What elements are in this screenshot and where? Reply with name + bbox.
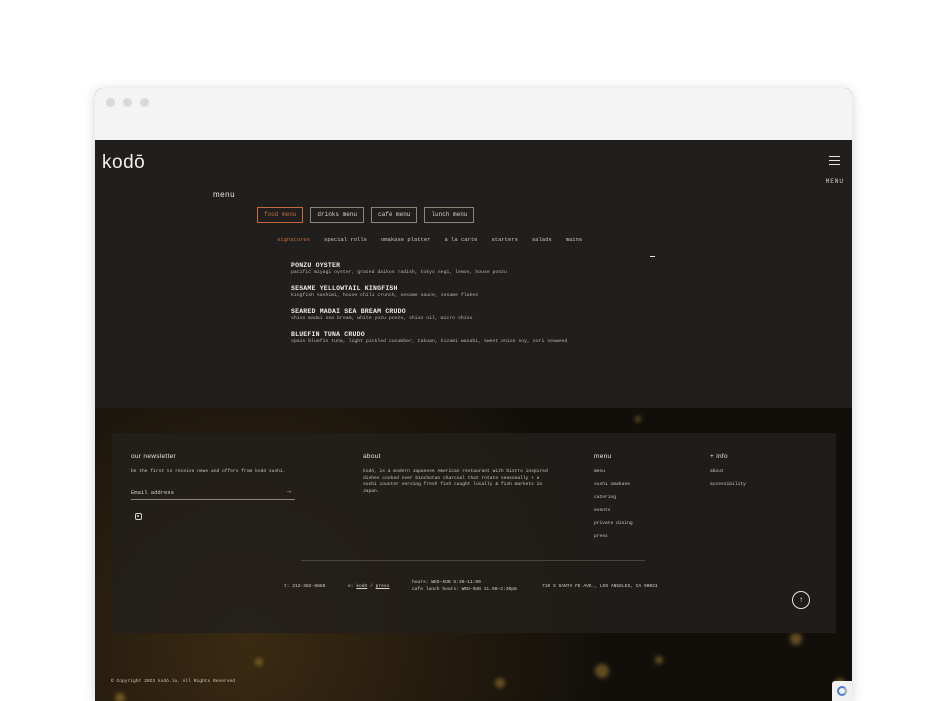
newsletter-column: our newsletter be the first to receive n…	[131, 453, 301, 520]
category-omakase-platter[interactable]: omakase platter	[381, 236, 431, 243]
about-text: kodō, is a modern Japanese American rest…	[363, 469, 548, 494]
menu-item-name: SEARED MADAI SEA BREAM CRUDO	[291, 308, 406, 315]
window-dot-icon	[140, 98, 149, 107]
menu-links-title: menu	[594, 453, 612, 460]
site-logo[interactable]: kodō	[102, 152, 145, 174]
contact-email: e: kodō / press	[348, 583, 389, 590]
contact-address: 710 S SANTA FE AVE., LOS ANGELES, CA 900…	[542, 584, 658, 589]
scroll-to-top-icon[interactable]: ↑	[792, 591, 810, 609]
bokeh-light	[115, 693, 125, 701]
hours-text: hours: WED–SUN 5:30–11:00	[412, 580, 481, 585]
info-links-column: + info about accessibility	[710, 453, 790, 495]
footer-link-about[interactable]: about	[710, 469, 790, 474]
menu-item: BLUEFIN TUNA CRUDO spain bluefin tuna, l…	[291, 331, 631, 344]
category-starters[interactable]: starters	[491, 236, 517, 243]
contact-phone[interactable]: t: 213-382-8888	[284, 583, 325, 590]
site-page: kodō MENU menu food menu drinks menu caf…	[95, 140, 852, 701]
bokeh-light	[635, 416, 641, 422]
about-column: about kodō, is a modern Japanese America…	[363, 453, 553, 495]
footer-link-private-dining[interactable]: private dining	[594, 521, 674, 526]
menu-items: PONZU OYSTER pacific miyagi oyster, grat…	[291, 262, 631, 354]
tab-food-menu[interactable]: food menu	[257, 207, 304, 223]
site-footer: our newsletter be the first to receive n…	[95, 408, 852, 701]
footer-link-events[interactable]: events	[594, 508, 674, 513]
footer-link-catering[interactable]: catering	[594, 495, 674, 500]
email-placeholder: Email address	[131, 489, 174, 496]
contact-email-separator: /	[370, 584, 373, 589]
bokeh-light	[595, 664, 609, 678]
footer-link-menu[interactable]: menu	[594, 469, 674, 474]
category-nav: signatures special rolls omakase platter…	[277, 236, 582, 243]
menu-links-column: menu menu sushi omakase catering events …	[594, 453, 674, 547]
category-a-la-carte[interactable]: a la carte	[444, 236, 477, 243]
contact-hours: hours: WED–SUN 5:30–11:00 cafe lunch hou…	[412, 579, 517, 593]
category-signatures[interactable]: signatures	[277, 236, 310, 243]
bokeh-light	[790, 633, 802, 645]
footer-link-press[interactable]: press	[594, 534, 674, 539]
bokeh-light	[655, 656, 663, 664]
menu-item-desc: pacific miyagi oyster, grated daikon rad…	[291, 270, 507, 275]
email-field[interactable]: Email address →	[131, 488, 295, 500]
cafe-hours-text: cafe lunch hours: WED–SUN 11.00–2:30pm	[412, 587, 517, 592]
hamburger-menu-icon[interactable]	[829, 156, 840, 168]
recaptcha-icon[interactable]	[832, 681, 852, 701]
bokeh-light	[255, 658, 263, 666]
arrow-right-icon[interactable]: →	[287, 488, 291, 496]
tab-lunch-menu[interactable]: lunch menu	[424, 207, 475, 223]
menu-item-name: BLUEFIN TUNA CRUDO	[291, 331, 365, 338]
window-dot-icon	[123, 98, 132, 107]
bokeh-light	[495, 678, 505, 688]
footer-link-accessibility[interactable]: accessibility	[710, 482, 790, 487]
menu-item: SESAME YELLOWTAIL KINGFISH kingfish sash…	[291, 285, 631, 298]
contact-email-link-kodo[interactable]: kodō	[356, 584, 367, 589]
category-special-rolls[interactable]: special rolls	[324, 236, 367, 243]
menu-toggle-label[interactable]: MENU	[826, 178, 844, 185]
footer-divider	[301, 560, 645, 561]
about-title: about	[363, 453, 381, 460]
category-mains[interactable]: mains	[566, 236, 583, 243]
menu-item-desc: kingfish sashimi, house chili crunch, se…	[291, 293, 479, 298]
menu-item-desc: shiso madai sea bream, white yuzu ponzu,…	[291, 316, 473, 321]
footer-link-sushi-omakase[interactable]: sushi omakase	[594, 482, 674, 487]
contact-email-prefix: e:	[348, 584, 354, 589]
section-title: menu	[213, 190, 236, 199]
menu-item-name: PONZU OYSTER	[291, 262, 341, 269]
info-links-title: + info	[710, 453, 728, 460]
menu-item-name: SESAME YELLOWTAIL KINGFISH	[291, 285, 398, 292]
browser-window: kodō MENU menu food menu drinks menu caf…	[95, 88, 852, 701]
tab-cafe-menu[interactable]: cafe menu	[371, 207, 418, 223]
footer-panel: our newsletter be the first to receive n…	[112, 433, 836, 633]
newsletter-title: our newsletter	[131, 453, 177, 460]
category-salads[interactable]: salads	[532, 236, 552, 243]
divider-dash	[650, 256, 655, 257]
menu-item: SEARED MADAI SEA BREAM CRUDO shiso madai…	[291, 308, 631, 321]
window-dot-icon	[106, 98, 115, 107]
menu-item-desc: spain bluefin tuna, light pickled cucumb…	[291, 339, 568, 344]
copyright-text: © Copyright 2023 kodō.la. All Rights Res…	[111, 679, 236, 684]
tab-drinks-menu[interactable]: drinks menu	[310, 207, 365, 223]
browser-chrome	[95, 88, 852, 141]
instagram-icon[interactable]	[135, 513, 142, 520]
contact-email-link-press[interactable]: press	[376, 584, 390, 589]
menu-tabs: food menu drinks menu cafe menu lunch me…	[257, 207, 475, 223]
menu-item: PONZU OYSTER pacific miyagi oyster, grat…	[291, 262, 631, 275]
newsletter-text: be the first to receive news and offers …	[131, 469, 286, 474]
